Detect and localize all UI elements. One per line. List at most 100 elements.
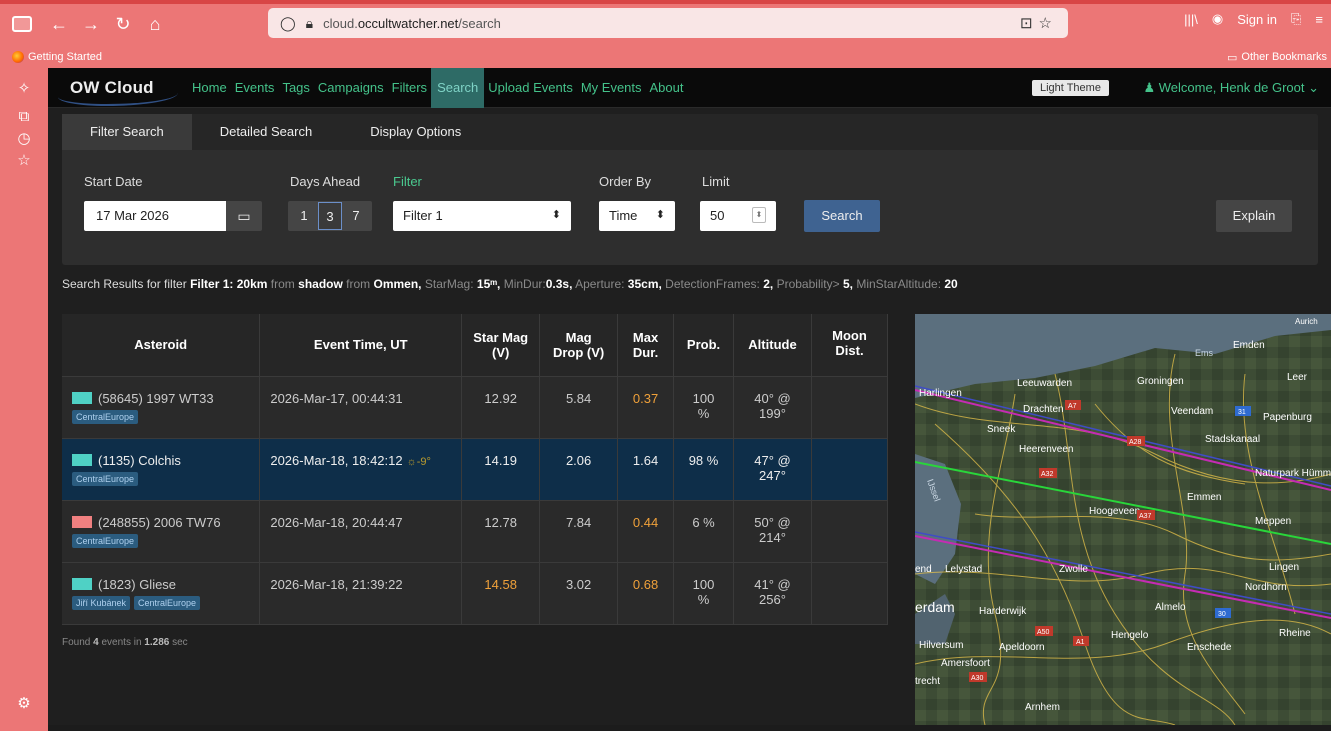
cell-altitude: 41° @256°: [733, 562, 812, 625]
event-tag[interactable]: CentralEurope: [72, 533, 139, 548]
start-date-input[interactable]: 17 Mar 2026: [84, 201, 226, 231]
nav-home[interactable]: Home: [188, 68, 231, 108]
table-row[interactable]: (1823) Gliese Jiří Kubánek CentralEurope 2…: [62, 562, 889, 625]
limit-input[interactable]: 50 ⬍: [700, 201, 776, 231]
asteroid-name[interactable]: (248855) 2006 TW76: [98, 515, 221, 530]
nav-upload-events[interactable]: Upload Events: [484, 68, 577, 108]
days-ahead-7[interactable]: 7: [344, 202, 368, 230]
cell-max-dur: 1.64: [617, 438, 675, 501]
spinner-icon[interactable]: ⬍: [752, 207, 766, 223]
asteroid-name[interactable]: (1135) Colchis: [98, 453, 181, 468]
filter-select[interactable]: Filter 1 ⬍: [393, 201, 571, 231]
cell-altitude: 47° @247°: [733, 438, 812, 501]
nav-filters[interactable]: Filters: [388, 68, 431, 108]
synced-tabs-icon[interactable]: ⧉: [0, 106, 48, 128]
order-by-label: Order By: [599, 174, 652, 189]
url-bar[interactable]: ◯ 🔒︎ cloud. occultwatcher.net/search ⊡☆: [268, 8, 1068, 38]
cell-prob: 100%: [673, 376, 735, 439]
cell-asteroid[interactable]: (1135) Colchis CentralEurope: [62, 438, 261, 501]
col-altitude[interactable]: Altitude: [733, 314, 812, 377]
col-max-dur[interactable]: Max Dur.: [617, 314, 675, 377]
user-menu[interactable]: ♟ Welcome, Henk de Groot ⌄: [1143, 80, 1319, 96]
nav-search[interactable]: Search: [431, 68, 485, 108]
bookmark-other[interactable]: ▭ Other Bookmarks: [1227, 51, 1327, 64]
event-tag[interactable]: CentralEurope: [72, 471, 139, 486]
nav-events[interactable]: Events: [231, 68, 279, 108]
cell-asteroid[interactable]: (1823) Gliese Jiří Kubánek CentralEurope: [62, 562, 261, 625]
table-row[interactable]: (1135) Colchis CentralEurope 2026-Mar-18,…: [62, 438, 889, 501]
filter-label[interactable]: Filter: [393, 174, 422, 189]
event-tag[interactable]: CentralEurope: [72, 409, 139, 424]
app: OW Cloud Home Events Tags Campaigns Filt…: [48, 68, 1331, 725]
cell-max-dur: 0.68: [617, 562, 675, 625]
cell-mag-drop: 2.06: [539, 438, 619, 501]
nav-about[interactable]: About: [646, 68, 688, 108]
map-label-naturpark: Naturpark Hümmling: [1255, 468, 1331, 479]
summary-from: from: [270, 277, 295, 291]
cell-moon-dist: [811, 438, 889, 501]
lock-icon[interactable]: 🔒︎: [306, 15, 313, 32]
col-star-mag[interactable]: Star Mag (V): [461, 314, 541, 377]
asteroid-name[interactable]: (58645) 1997 WT33: [98, 391, 214, 406]
shield-a28: A28: [1129, 439, 1142, 446]
event-time: 2026-Mar-18, 21:39:22: [270, 576, 403, 592]
tab-display-options[interactable]: Display Options: [342, 114, 489, 150]
sidebar-toggle-icon[interactable]: [12, 16, 32, 32]
table-row[interactable]: (58645) 1997 WT33 CentralEurope 2026-Mar-…: [62, 376, 889, 439]
bookmark-getting-started[interactable]: Getting Started: [12, 51, 102, 63]
event-tag[interactable]: Jiří Kubánek: [72, 595, 131, 610]
found-count: Found 4 events in 1.286 sec: [62, 637, 188, 648]
days-ahead-1[interactable]: 1: [292, 202, 316, 230]
start-date-label: Start Date: [84, 174, 143, 189]
col-event-time[interactable]: Event Time, UT: [259, 314, 463, 377]
nav-campaigns[interactable]: Campaigns: [314, 68, 388, 108]
table-row[interactable]: (248855) 2006 TW76 CentralEurope 2026-Mar…: [62, 500, 889, 563]
cell-asteroid[interactable]: (248855) 2006 TW76 CentralEurope: [62, 500, 261, 563]
cell-mag-drop: 5.84: [539, 376, 619, 439]
prob-line1: 100: [692, 390, 715, 406]
asteroid-color-swatch: [72, 515, 92, 528]
col-moon-dist[interactable]: Moon Dist.: [811, 314, 889, 377]
shield-icon[interactable]: ◯: [280, 15, 296, 32]
asteroid-name[interactable]: (1823) Gliese: [98, 577, 176, 592]
order-by-select[interactable]: Time ⬍: [599, 201, 675, 231]
search-button[interactable]: Search: [804, 200, 880, 232]
found-mid: events in: [101, 637, 142, 648]
col-prob[interactable]: Prob.: [673, 314, 735, 377]
back-arrow-icon[interactable]: ←: [46, 14, 72, 35]
extensions-icon[interactable]: ⎘: [1291, 11, 1301, 27]
customize-icon[interactable]: ⚙: [0, 693, 48, 715]
tab-filter-search[interactable]: Filter Search: [62, 114, 192, 150]
shield-a32: A32: [1041, 471, 1054, 478]
map-label-nordhorn: Nordhorn: [1245, 582, 1287, 593]
light-theme-button[interactable]: Light Theme: [1032, 80, 1109, 96]
days-ahead-3[interactable]: 3: [318, 202, 342, 230]
explain-button[interactable]: Explain: [1216, 200, 1292, 232]
nav-my-events[interactable]: My Events: [577, 68, 646, 108]
home-icon[interactable]: ⌂: [142, 14, 168, 35]
summary-frames: 2,: [763, 277, 774, 291]
map-view[interactable]: Aurich Emden Ems Leer Groningen Leeuward…: [915, 314, 1331, 725]
col-asteroid[interactable]: Asteroid: [62, 314, 261, 377]
tab-detailed-search[interactable]: Detailed Search: [192, 114, 343, 150]
cell-asteroid[interactable]: (58645) 1997 WT33 CentralEurope: [62, 376, 261, 439]
nav-tags[interactable]: Tags: [278, 68, 313, 108]
event-tag[interactable]: CentralEurope: [134, 595, 201, 610]
sign-in-link[interactable]: Sign in: [1237, 12, 1277, 27]
pocket-icon[interactable]: ⊡: [1020, 15, 1039, 32]
calendar-icon[interactable]: ▭: [226, 201, 262, 231]
account-icon[interactable]: ◉: [1212, 11, 1223, 27]
history-icon[interactable]: ◷: [0, 128, 48, 150]
bookmark-star-icon[interactable]: ☆: [1039, 15, 1058, 32]
mag-drop: 5.84: [565, 390, 592, 406]
menu-icon[interactable]: ≡: [1315, 12, 1323, 27]
results-body: (58645) 1997 WT33 CentralEurope 2026-Mar-…: [62, 376, 889, 625]
bookmarks-icon[interactable]: ☆: [0, 150, 48, 172]
col-mag-drop[interactable]: Mag Drop (V): [539, 314, 619, 377]
forward-arrow-icon[interactable]: →: [78, 14, 104, 35]
ai-chatbot-icon[interactable]: ✧: [0, 78, 48, 100]
mag-drop: 3.02: [565, 576, 592, 592]
library-icon[interactable]: |||\: [1184, 12, 1198, 27]
shield-a37: A37: [1139, 513, 1152, 520]
reload-icon[interactable]: ↻: [110, 14, 136, 35]
